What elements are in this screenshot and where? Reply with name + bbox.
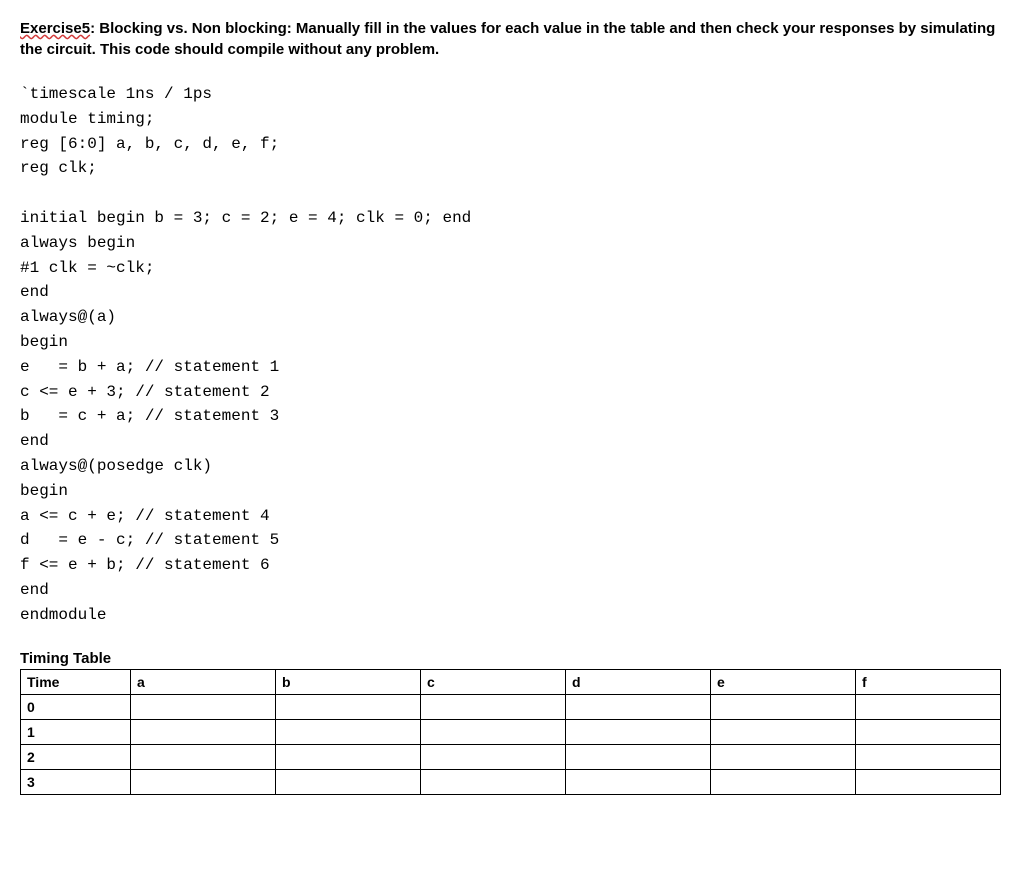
value-cell-e[interactable] xyxy=(711,744,856,769)
value-cell-e[interactable] xyxy=(711,719,856,744)
value-cell-d[interactable] xyxy=(566,744,711,769)
table-row: 1 xyxy=(21,719,1001,744)
col-time: Time xyxy=(21,669,131,694)
table-row: 3 xyxy=(21,769,1001,794)
value-cell-e[interactable] xyxy=(711,694,856,719)
value-cell-a[interactable] xyxy=(131,769,276,794)
value-cell-d[interactable] xyxy=(566,769,711,794)
value-cell-b[interactable] xyxy=(276,744,421,769)
value-cell-c[interactable] xyxy=(421,744,566,769)
col-d: d xyxy=(566,669,711,694)
col-f: f xyxy=(856,669,1001,694)
value-cell-f[interactable] xyxy=(856,744,1001,769)
value-cell-d[interactable] xyxy=(566,719,711,744)
col-a: a xyxy=(131,669,276,694)
value-cell-c[interactable] xyxy=(421,769,566,794)
timing-table-title: Timing Table xyxy=(20,650,1004,667)
time-cell: 2 xyxy=(21,744,131,769)
value-cell-c[interactable] xyxy=(421,694,566,719)
table-row: 2 xyxy=(21,744,1001,769)
col-b: b xyxy=(276,669,421,694)
value-cell-d[interactable] xyxy=(566,694,711,719)
timing-table: Time a b c d e f 0123 xyxy=(20,669,1001,795)
value-cell-a[interactable] xyxy=(131,694,276,719)
time-cell: 1 xyxy=(21,719,131,744)
col-c: c xyxy=(421,669,566,694)
col-e: e xyxy=(711,669,856,694)
verilog-code-block: `timescale 1ns / 1ps module timing; reg … xyxy=(20,82,1004,628)
time-cell: 0 xyxy=(21,694,131,719)
value-cell-a[interactable] xyxy=(131,744,276,769)
value-cell-b[interactable] xyxy=(276,769,421,794)
value-cell-f[interactable] xyxy=(856,769,1001,794)
exercise-heading: Exercise5: Blocking vs. Non blocking: Ma… xyxy=(20,18,1004,60)
table-header-row: Time a b c d e f xyxy=(21,669,1001,694)
exercise-label: Exercise5 xyxy=(20,20,90,37)
time-cell: 3 xyxy=(21,769,131,794)
value-cell-b[interactable] xyxy=(276,694,421,719)
heading-rest: Blocking vs. Non blocking: Manually fill… xyxy=(20,20,995,58)
value-cell-c[interactable] xyxy=(421,719,566,744)
heading-colon: : xyxy=(90,20,99,37)
value-cell-f[interactable] xyxy=(856,694,1001,719)
value-cell-f[interactable] xyxy=(856,719,1001,744)
value-cell-a[interactable] xyxy=(131,719,276,744)
table-row: 0 xyxy=(21,694,1001,719)
value-cell-b[interactable] xyxy=(276,719,421,744)
value-cell-e[interactable] xyxy=(711,769,856,794)
